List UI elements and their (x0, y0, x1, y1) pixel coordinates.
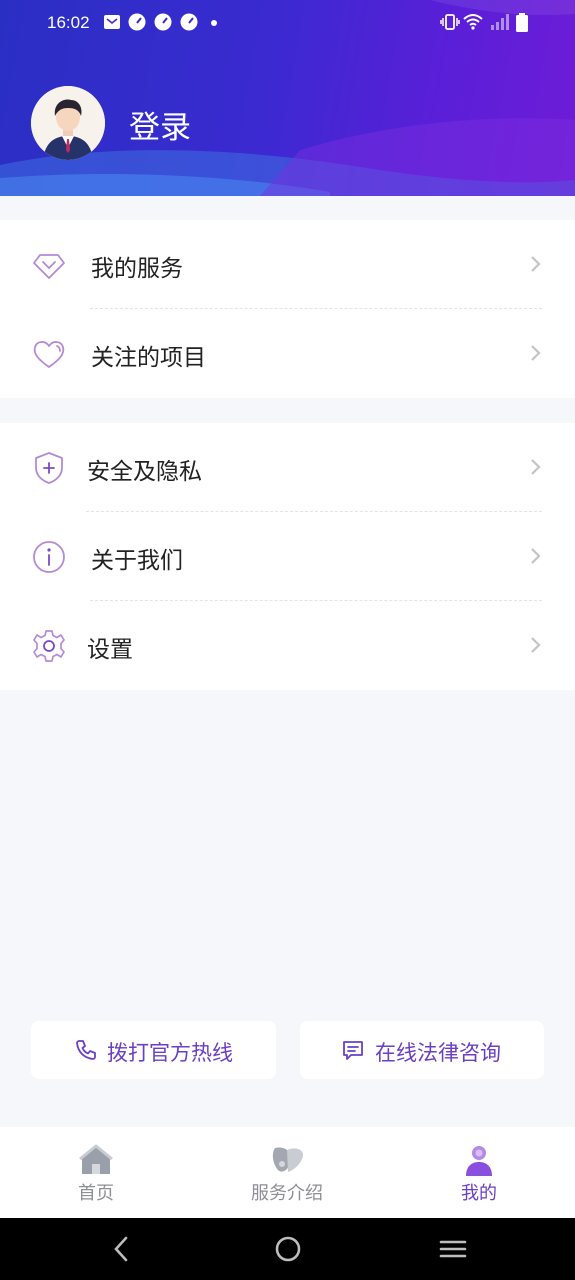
wifi-icon (463, 14, 483, 30)
service-icon (272, 1147, 304, 1172)
signal-icon (491, 14, 509, 30)
vibrate-icon (440, 14, 460, 30)
phone-icon (76, 1040, 96, 1060)
menu-group-secondary: 安全及隐私 关于我们 设置 (0, 423, 575, 690)
mail-icon (104, 15, 120, 29)
gear-icon (33, 630, 65, 662)
login-button[interactable]: 登录 (129, 102, 191, 147)
chevron-right-icon (531, 345, 541, 361)
menu-item-label: 关于我们 (91, 548, 183, 574)
menu-item-label: 关注的项目 (91, 345, 206, 371)
menu-item-security-privacy[interactable]: 安全及隐私 (0, 423, 575, 512)
profile-icon (466, 1146, 492, 1176)
chat-icon (343, 1041, 363, 1060)
home-circle-icon[interactable] (273, 1234, 303, 1264)
call-hotline-label: 拨打官方热线 (107, 1041, 233, 1065)
recents-icon[interactable] (438, 1234, 468, 1264)
status-bar: 16:02 (0, 0, 575, 46)
menu-item-about-us[interactable]: 关于我们 (0, 512, 575, 601)
chevron-right-icon (531, 637, 541, 653)
system-navigation-bar (0, 1218, 575, 1280)
diamond-icon (33, 254, 65, 279)
menu-item-label: 安全及隐私 (87, 459, 202, 485)
back-icon[interactable] (110, 1234, 134, 1264)
menu-group-primary: 我的服务 关注的项目 (0, 220, 575, 398)
menu-item-settings[interactable]: 设置 (0, 601, 575, 690)
tab-label: 服务介绍 (251, 1183, 323, 1204)
status-time: 16:02 (47, 13, 90, 32)
menu-item-label: 设置 (87, 637, 133, 663)
menu-item-followed-projects[interactable]: 关注的项目 (0, 309, 575, 398)
gauge-icon (128, 13, 146, 31)
shield-plus-icon (35, 452, 63, 484)
tab-mine[interactable]: 我的 (419, 1127, 539, 1218)
tab-home[interactable]: 首页 (36, 1127, 156, 1218)
dot-icon (211, 20, 217, 26)
battery-icon (516, 13, 528, 32)
menu-item-label: 我的服务 (91, 256, 183, 282)
avatar[interactable] (31, 86, 105, 160)
gauge-icon (180, 13, 198, 31)
chevron-right-icon (531, 548, 541, 564)
tab-label: 我的 (461, 1183, 497, 1204)
chevron-right-icon (531, 459, 541, 475)
home-icon (79, 1144, 113, 1174)
bottom-tab-bar: 首页 服务介绍 我的 (0, 1127, 575, 1218)
online-legal-consult-label: 在线法律咨询 (375, 1041, 501, 1065)
profile-header: 16:02 登录 (0, 0, 575, 196)
call-hotline-button[interactable]: 拨打官方热线 (31, 1021, 276, 1079)
avatar-person-icon (31, 86, 105, 160)
gauge-icon (154, 13, 172, 31)
info-icon (33, 541, 65, 573)
tab-label: 首页 (78, 1183, 114, 1204)
online-legal-consult-button[interactable]: 在线法律咨询 (300, 1021, 544, 1079)
menu-item-my-services[interactable]: 我的服务 (0, 220, 575, 309)
tab-service-intro[interactable]: 服务介绍 (227, 1127, 347, 1218)
heart-icon (33, 341, 65, 368)
chevron-right-icon (531, 256, 541, 272)
